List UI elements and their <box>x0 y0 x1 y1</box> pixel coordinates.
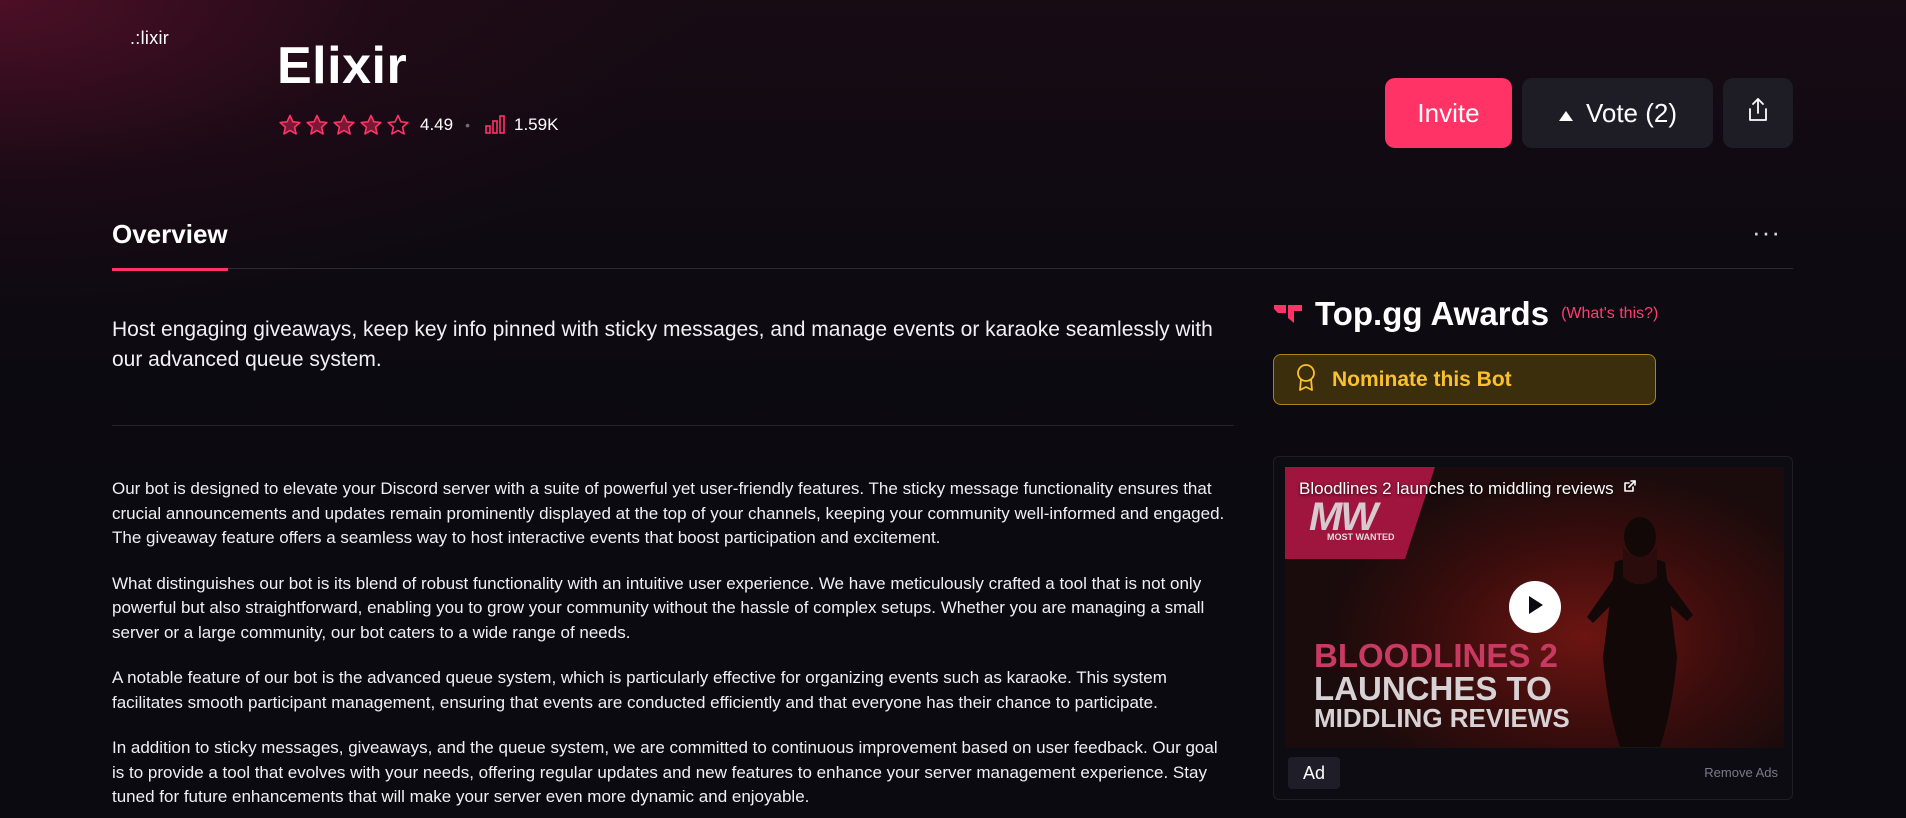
nominate-button[interactable]: Nominate this Bot <box>1273 354 1656 405</box>
share-icon <box>1746 97 1770 130</box>
star-icon <box>305 113 329 137</box>
remove-ads-link[interactable]: Remove Ads <box>1704 765 1778 780</box>
meta-separator: • <box>465 117 470 133</box>
section-divider <box>112 425 1234 426</box>
bot-avatar-logo: .:lixir <box>130 28 170 48</box>
ad-overlay-line: MIDDLING REVIEWS <box>1314 703 1570 733</box>
server-count: 1.59K <box>514 115 559 134</box>
bot-summary: Host engaging giveaways, keep key info p… <box>112 318 1213 371</box>
bot-meta-row: 4.49 • 1.59K <box>278 112 558 138</box>
star-icon <box>359 113 383 137</box>
topgg-logo-icon <box>1273 303 1303 325</box>
rating-value: 4.49 <box>420 115 454 134</box>
ad-brand-text: MOST WANTED <box>1327 532 1395 542</box>
ad-overlay-line: BLOODLINES 2 <box>1314 637 1558 674</box>
awards-help-link[interactable]: (What's this?) <box>1561 305 1658 323</box>
ad-label-badge: Ad <box>1288 757 1340 789</box>
overview-content: Host engaging giveaways, keep key info p… <box>112 315 1234 818</box>
awards-title: Top.gg Awards <box>1315 295 1550 332</box>
ad-overlay-text: BLOODLINES 2 LAUNCHES TO MIDDLING REVIEW… <box>1314 639 1570 731</box>
external-link-icon <box>1622 478 1638 499</box>
nominate-label: Nominate this Bot <box>1332 367 1512 391</box>
description-paragraph: What distinguishes our bot is its blend … <box>112 573 1205 642</box>
ad-figure-image <box>1587 517 1693 747</box>
star-outline-icon <box>386 113 410 137</box>
bot-description: Our bot is designed to elevate your Disc… <box>112 477 1234 810</box>
more-options-button[interactable]: ··· <box>1752 217 1781 248</box>
ad-container: MW MOST WANTED Bloodlines 2 launches to … <box>1273 456 1793 800</box>
award-ribbon-icon <box>1294 362 1318 397</box>
header-actions: Invite Vote (2) <box>1385 78 1793 148</box>
description-paragraph: Our bot is designed to elevate your Disc… <box>112 479 1225 547</box>
ad-video[interactable]: MW MOST WANTED Bloodlines 2 launches to … <box>1285 467 1784 748</box>
vote-button[interactable]: Vote (2) <box>1522 78 1713 148</box>
tab-bar: Overview ··· <box>112 205 1793 271</box>
ad-headline[interactable]: Bloodlines 2 launches to middling review… <box>1299 478 1638 499</box>
ad-overlay-line: LAUNCHES TO <box>1314 670 1552 707</box>
description-paragraph: In addition to sticky messages, giveaway… <box>112 738 1218 806</box>
play-icon <box>1525 594 1545 621</box>
sidebar: Top.gg Awards (What's this?) Nominate th… <box>1273 292 1793 800</box>
awards-header: Top.gg Awards (What's this?) <box>1273 292 1793 336</box>
share-button[interactable] <box>1723 78 1793 148</box>
play-button[interactable] <box>1509 581 1561 633</box>
caret-up-icon <box>1558 98 1574 129</box>
description-paragraph: A notable feature of our bot is the adva… <box>112 668 1167 712</box>
bar-chart-icon <box>484 115 506 135</box>
star-icon <box>278 113 302 137</box>
invite-button[interactable]: Invite <box>1385 78 1512 148</box>
ad-headline-text: Bloodlines 2 launches to middling review… <box>1299 478 1614 498</box>
vote-label: Vote (2) <box>1585 97 1678 128</box>
tab-overview[interactable]: Overview <box>112 219 228 271</box>
star-icon <box>332 113 356 137</box>
bot-title: Elixir <box>277 37 408 95</box>
rating-stars <box>278 113 410 137</box>
